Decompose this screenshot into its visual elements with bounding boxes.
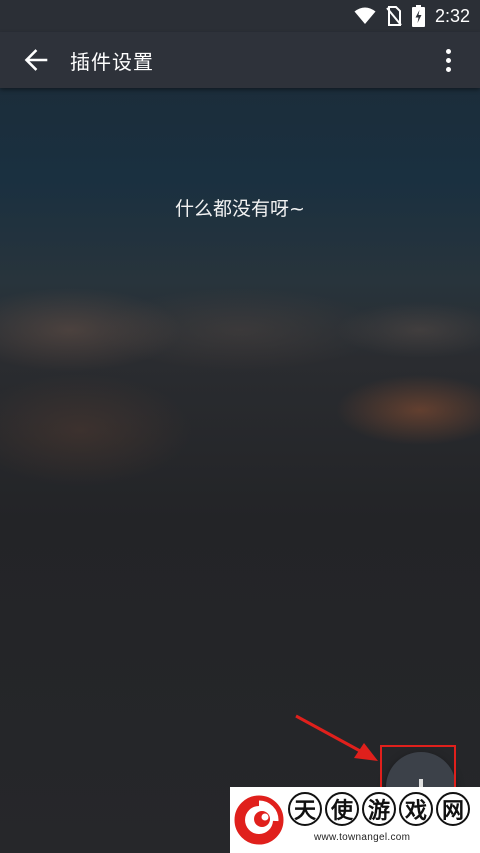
no-sim-icon bbox=[386, 6, 402, 26]
status-time: 2:32 bbox=[434, 5, 470, 26]
app-bar: 插件设置 bbox=[0, 32, 480, 88]
empty-state-message: 什么都没有呀~ bbox=[175, 198, 305, 220]
watermark-char: 网 bbox=[436, 792, 470, 826]
watermark-url: www.townangel.com bbox=[314, 832, 411, 843]
watermark-char: 戏 bbox=[399, 792, 433, 826]
battery-charging-icon bbox=[411, 5, 425, 27]
status-bar: 2:32 bbox=[0, 0, 480, 32]
watermark-char: 游 bbox=[362, 792, 396, 826]
screen: 2:32 插件设置 什么都没有呀~ 天 使 游 戏 网 www.townange… bbox=[0, 0, 480, 853]
wifi-icon bbox=[354, 7, 376, 24]
page-title: 插件设置 bbox=[70, 50, 154, 74]
more-vertical-icon-dot bbox=[445, 66, 451, 72]
watermark: 天 使 游 戏 网 www.townangel.com bbox=[230, 787, 480, 853]
overflow-menu-button[interactable] bbox=[438, 44, 458, 76]
back-button[interactable] bbox=[18, 44, 54, 76]
watermark-title: 天 使 游 戏 网 bbox=[288, 792, 470, 826]
more-vertical-icon bbox=[445, 48, 451, 54]
watermark-char: 天 bbox=[288, 792, 322, 826]
watermark-char: 使 bbox=[325, 792, 359, 826]
more-vertical-icon-dot bbox=[445, 57, 451, 63]
status-icons: 2:32 bbox=[354, 4, 470, 28]
watermark-logo bbox=[234, 795, 284, 845]
arrow-left-icon bbox=[24, 49, 48, 71]
annotation-arrow-icon bbox=[295, 714, 378, 761]
